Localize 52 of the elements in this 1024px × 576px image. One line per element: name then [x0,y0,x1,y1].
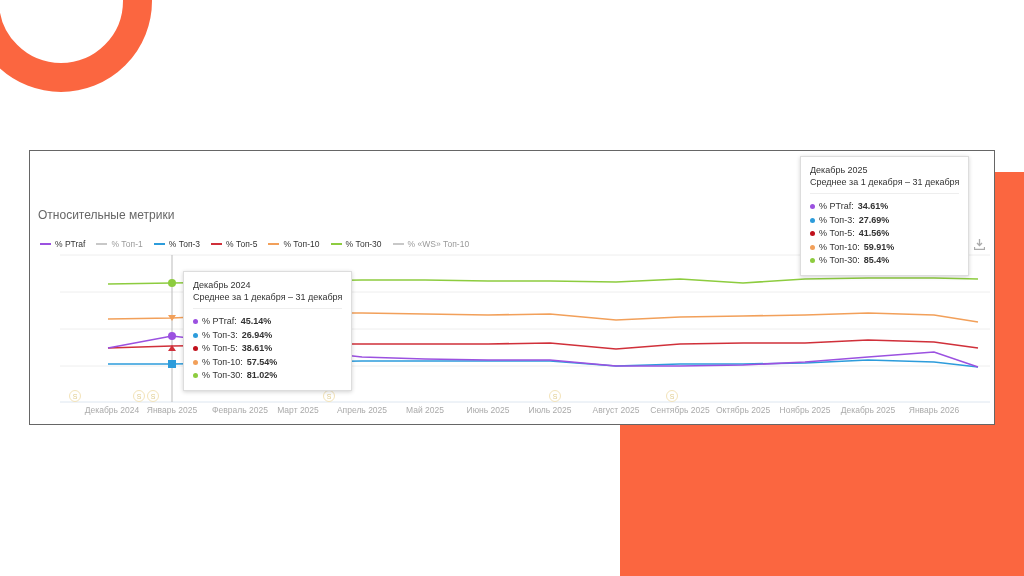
point-marker [168,345,176,351]
legend-item[interactable]: % Топ-1 [96,239,143,249]
point-marker [168,332,176,340]
series-value: 45.14% [240,315,272,328]
series-value: 57.54% [246,355,278,369]
series-value: 59.91% [863,240,895,254]
series-value: 41.56% [858,227,890,240]
legend-item[interactable]: % Топ-5 [211,239,258,249]
axis-label: Апрель 2025 [336,405,388,415]
tooltip-subtitle: Среднее за 1 декабря – 31 декабря [810,176,960,188]
series-value: 27.69% [858,213,890,227]
series-label: % Топ-10: [819,240,860,254]
legend-item[interactable]: % Топ-10 [268,239,320,249]
download-icon[interactable] [974,239,985,250]
legend-item[interactable]: % PTraf [40,239,86,249]
series-value: 26.94% [241,328,273,342]
series-label: % Топ-5: [819,227,855,240]
axis-label: Февраль 2025 [212,405,268,415]
point-marker [168,360,176,368]
chart-title: Относительные метрики [38,208,175,222]
axis-label: Март 2025 [277,405,319,415]
tooltip-title: Декабрь 2024 [193,279,252,291]
axis-label: Май 2025 [406,405,444,415]
axis-label: Ноябрь 2025 [779,405,831,415]
axis-label: Октябрь 2025 [715,405,771,415]
series-label: % Топ-5: [202,342,238,355]
tooltip-subtitle: Среднее за 1 декабря – 31 декабря [193,291,343,303]
series-label: % Топ-3: [819,213,855,227]
series-label: % Топ-3: [202,328,238,342]
series-label: % PTraf: [202,315,237,328]
series-label: % Топ-30: [202,369,243,382]
axis-label: Сентябрь 2025 [650,405,710,415]
series-label: % PTraf: [819,200,854,213]
axis-label: Август 2025 [592,405,640,415]
legend-item[interactable]: % «WS» Топ-10 [392,239,470,249]
axis-label: Январь 2025 [146,405,198,415]
series-value: 38.61% [241,342,273,355]
legend-item[interactable]: % Топ-3 [153,239,201,249]
series-value: 81.02% [246,369,278,382]
axis-label: Январь 2026 [908,405,960,415]
tooltip-title: Декабрь 2025 [810,164,869,176]
point-marker [168,279,176,287]
series-label: % Топ-30: [819,254,860,267]
series-value: 34.61% [857,200,889,213]
series-label: % Топ-10: [202,355,243,369]
point-marker [168,315,176,321]
legend-item[interactable]: % Топ-30 [330,239,382,249]
series-value: 85.4% [863,254,890,267]
axis-label: Июнь 2025 [466,405,510,415]
axis-label: Июль 2025 [528,405,572,415]
axis-label: Декабрь 2024 [84,405,140,415]
axis-label: Декабрь 2025 [840,405,896,415]
